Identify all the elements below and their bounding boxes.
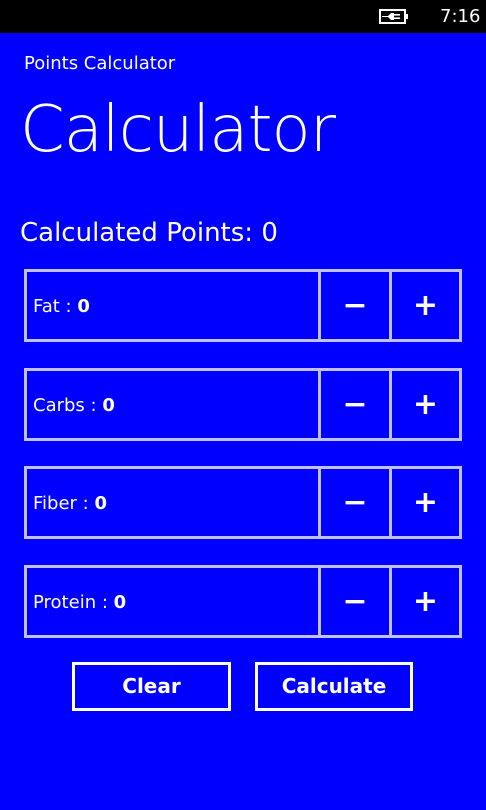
fiber-increment-button[interactable]: + [389, 466, 462, 539]
fat-decrement-button[interactable]: − [318, 269, 392, 342]
fat-label: Fat : [33, 296, 72, 317]
minus-icon: − [342, 288, 368, 323]
fat-label-text: Fat : 0 [33, 295, 90, 319]
carbs-label: Carbs : [33, 395, 97, 416]
clear-button[interactable]: Clear [72, 662, 231, 711]
calculated-points: Calculated Points: 0 [20, 215, 278, 251]
calculated-points-value: 0 [261, 218, 278, 248]
plus-icon: + [412, 485, 439, 520]
carbs-value: 0 [102, 395, 115, 416]
minus-icon: − [342, 584, 368, 619]
nutrient-row-fat: Fat : 0 − + [24, 269, 462, 342]
status-clock: 7:16 [440, 6, 481, 27]
plus-icon: + [412, 387, 439, 422]
plus-icon: + [412, 584, 439, 619]
protein-increment-button[interactable]: + [389, 565, 462, 638]
nutrient-row-protein: Protein : 0 − + [24, 565, 462, 638]
battery-charging-icon [379, 9, 408, 24]
fat-value: 0 [77, 296, 90, 317]
fat-increment-button[interactable]: + [389, 269, 462, 342]
protein-decrement-button[interactable]: − [318, 565, 392, 638]
protein-value-display: Protein : 0 [24, 565, 321, 638]
plus-icon: + [412, 288, 439, 323]
protein-label: Protein : [33, 592, 108, 613]
fiber-label-text: Fiber : 0 [33, 492, 107, 516]
carbs-value-display: Carbs : 0 [24, 368, 321, 441]
calculated-points-label: Calculated Points: [20, 218, 254, 248]
nutrient-row-fiber: Fiber : 0 − + [24, 466, 462, 539]
carbs-label-text: Carbs : 0 [33, 394, 115, 418]
minus-icon: − [342, 485, 368, 520]
page-title: Calculator [20, 93, 336, 167]
minus-icon: − [342, 387, 368, 422]
app-title: Points Calculator [24, 53, 176, 74]
protein-label-text: Protein : 0 [33, 591, 126, 615]
nutrient-row-carbs: Carbs : 0 − + [24, 368, 462, 441]
fiber-value-display: Fiber : 0 [24, 466, 321, 539]
fat-value-display: Fat : 0 [24, 269, 321, 342]
status-bar: 7:16 [0, 0, 486, 33]
carbs-increment-button[interactable]: + [389, 368, 462, 441]
protein-value: 0 [113, 592, 127, 613]
fiber-decrement-button[interactable]: − [318, 466, 392, 539]
carbs-decrement-button[interactable]: − [318, 368, 392, 441]
fiber-label: Fiber : [33, 493, 89, 514]
calculate-button[interactable]: Calculate [255, 662, 413, 711]
fiber-value: 0 [94, 493, 107, 514]
